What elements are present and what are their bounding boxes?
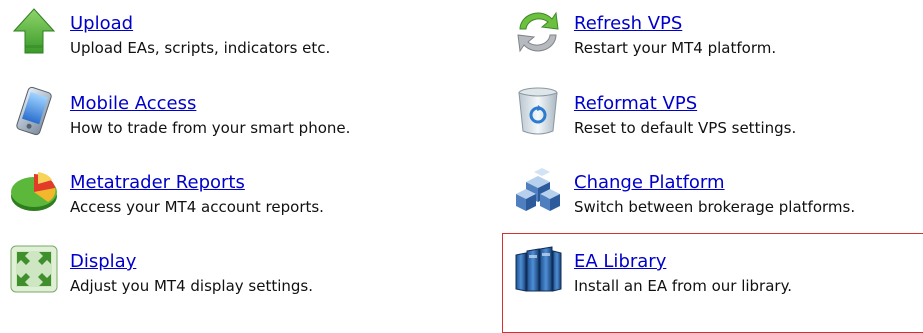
- cubes-icon[interactable]: [512, 164, 564, 216]
- change-platform-item[interactable]: Change Platform Switch between brokerage…: [512, 164, 923, 228]
- pie-chart-icon[interactable]: [8, 164, 60, 216]
- metatrader-reports-link[interactable]: Metatrader Reports: [70, 172, 245, 193]
- change-platform-link[interactable]: Change Platform: [574, 172, 725, 193]
- mobile-access-link[interactable]: Mobile Access: [70, 93, 196, 114]
- upload-link[interactable]: Upload: [70, 13, 133, 34]
- metatrader-reports-description: Access your MT4 account reports.: [70, 198, 324, 216]
- refresh-vps-link[interactable]: Refresh VPS: [574, 13, 682, 34]
- refresh-vps-description: Restart your MT4 platform.: [574, 39, 777, 57]
- smartphone-icon[interactable]: [8, 85, 60, 137]
- display-description: Adjust you MT4 display settings.: [70, 277, 314, 295]
- ea-library-link[interactable]: EA Library: [574, 251, 666, 272]
- upload-arrow-icon[interactable]: [8, 5, 60, 57]
- reformat-vps-item[interactable]: Reformat VPS Reset to default VPS settin…: [512, 85, 923, 149]
- mobile-access-item[interactable]: Mobile Access How to trade from your sma…: [8, 85, 448, 149]
- ea-library-description: Install an EA from our library.: [574, 277, 793, 295]
- refresh-icon[interactable]: [512, 5, 564, 57]
- ea-library-item[interactable]: EA Library Install an EA from our librar…: [512, 243, 923, 307]
- fullscreen-icon[interactable]: [8, 243, 60, 295]
- display-item[interactable]: Display Adjust you MT4 display settings.: [8, 243, 448, 307]
- upload-description: Upload EAs, scripts, indicators etc.: [70, 39, 331, 57]
- mobile-access-description: How to trade from your smart phone.: [70, 119, 351, 137]
- recycle-bin-icon[interactable]: [512, 85, 564, 137]
- display-link[interactable]: Display: [70, 251, 136, 272]
- change-platform-description: Switch between brokerage platforms.: [574, 198, 856, 216]
- reformat-vps-link[interactable]: Reformat VPS: [574, 93, 697, 114]
- refresh-vps-item[interactable]: Refresh VPS Restart your MT4 platform.: [512, 5, 923, 69]
- books-icon[interactable]: [512, 243, 564, 295]
- metatrader-reports-item[interactable]: Metatrader Reports Access your MT4 accou…: [8, 164, 448, 228]
- upload-item[interactable]: Upload Upload EAs, scripts, indicators e…: [8, 5, 448, 69]
- reformat-vps-description: Reset to default VPS settings.: [574, 119, 797, 137]
